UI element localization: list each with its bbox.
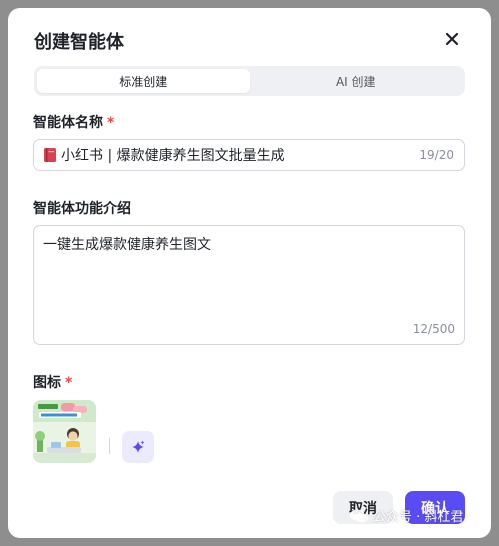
close-button[interactable] xyxy=(440,27,464,51)
creation-mode-tabs: 标准创建 AI 创建 xyxy=(34,66,465,96)
name-label: 智能体名称 * xyxy=(33,112,114,132)
required-mark: * xyxy=(107,115,115,131)
agent-icon-image[interactable] xyxy=(33,400,96,463)
icon-label-text: 图标 xyxy=(33,375,61,391)
agent-name-input[interactable]: 小红书 | 爆款健康养生图文批量生成 19/20 xyxy=(33,139,465,171)
agent-icon-illustration xyxy=(33,400,96,463)
intro-label: 智能体功能介绍 xyxy=(33,201,131,217)
create-agent-dialog: 创建智能体 标准创建 AI 创建 智能体名称 * 小红书 | 爆款健康养生图文批量… xyxy=(8,8,491,538)
icon-required-mark: * xyxy=(65,375,73,391)
tab-ai-create[interactable]: AI 创建 xyxy=(250,69,463,93)
tab-standard-create[interactable]: 标准创建 xyxy=(37,69,250,93)
dialog-title: 创建智能体 xyxy=(34,32,124,53)
icon-label: 图标 * xyxy=(33,372,72,392)
agent-intro-char-count: 12/500 xyxy=(412,322,455,336)
wechat-icon xyxy=(350,509,368,523)
agent-intro-value: 一键生成爆款健康养生图文 xyxy=(43,237,211,253)
close-icon xyxy=(445,32,459,46)
agent-name-value: 小红书 | 爆款健康养生图文批量生成 xyxy=(61,148,285,164)
watermark-text: 公众号 · 斜杠君 xyxy=(373,510,464,525)
icon-divider xyxy=(109,438,110,454)
sparkle-icon xyxy=(132,440,145,453)
agent-name-char-count: 19/20 xyxy=(419,148,454,162)
name-label-text: 智能体名称 xyxy=(33,115,103,131)
red-book-icon xyxy=(44,148,56,162)
ai-generate-icon-button[interactable] xyxy=(122,431,154,463)
watermark: 公众号 · 斜杠君 xyxy=(349,506,463,525)
agent-intro-textarea[interactable]: 一键生成爆款健康养生图文 12/500 xyxy=(33,225,465,345)
